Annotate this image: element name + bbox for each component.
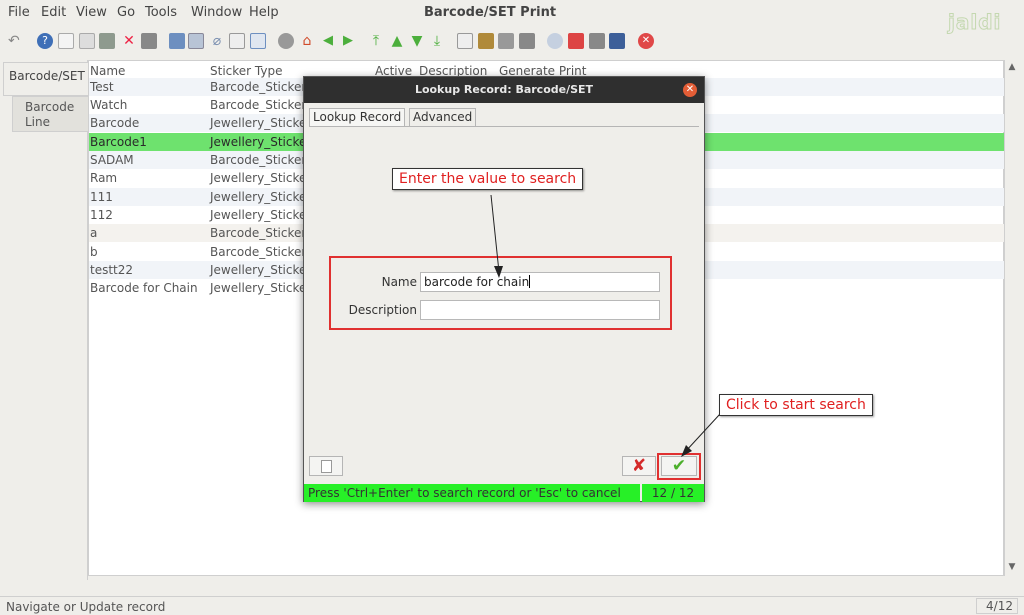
name-input-value: barcode for chain [424, 275, 530, 289]
exit-icon[interactable]: ✕ [638, 33, 654, 49]
tab-barcode-line[interactable]: Barcode Line [12, 96, 88, 132]
refresh-icon[interactable] [169, 33, 185, 49]
undo-icon[interactable]: ↶ [8, 33, 24, 49]
reset-button[interactable] [309, 456, 343, 476]
cancel-button[interactable]: ✘ [622, 456, 656, 476]
lookup-dialog: Lookup Record: Barcode/SET ✕ Lookup Reco… [303, 76, 705, 502]
cell-name: testt22 [90, 263, 134, 277]
tab-divider [309, 126, 699, 127]
help-icon[interactable]: ? [37, 33, 53, 49]
cell-name: Barcode1 [90, 135, 147, 149]
dialog-title: Lookup Record: Barcode/SET [304, 77, 704, 103]
cell-name: SADAM [90, 153, 134, 167]
cell-sticker-type: Barcode_Sticker [210, 245, 307, 259]
cell-sticker-type: Barcode_Sticker [210, 80, 307, 94]
status-bar: Navigate or Update record 4/12 [0, 596, 1024, 615]
scroll-up-icon[interactable]: ▲ [1007, 62, 1017, 72]
tab-lookup-record[interactable]: Lookup Record [309, 108, 406, 126]
zoom-icon[interactable] [547, 33, 563, 49]
cell-name: Barcode for Chain [90, 281, 198, 295]
next-record-icon[interactable]: ▼ [409, 33, 425, 49]
dialog-close-icon[interactable]: ✕ [683, 83, 697, 97]
last-record-icon[interactable]: ⤓ [429, 33, 445, 49]
dialog-status-text: Press 'Ctrl+Enter' to search record or '… [304, 484, 640, 502]
vertical-scrollbar[interactable]: ▲ ▼ [1004, 60, 1018, 576]
cell-sticker-type: Jewellery_Sticker [210, 171, 312, 185]
cell-sticker-type: Jewellery_Sticker [210, 190, 312, 204]
report-icon[interactable] [457, 33, 473, 49]
product-info-icon[interactable] [589, 33, 605, 49]
archive-icon[interactable] [478, 33, 494, 49]
document-icon [321, 460, 332, 473]
save-icon[interactable] [141, 33, 157, 49]
column-header-sticker-type[interactable]: Sticker Type [210, 64, 282, 78]
cell-name: Ram [90, 171, 118, 185]
description-input[interactable] [420, 300, 660, 320]
detail-record-icon[interactable]: ▶ [340, 33, 356, 49]
app-logo: jaldi [948, 10, 1002, 35]
left-tab-panel: Barcode/SET Barcode Line [0, 60, 88, 580]
text-caret [529, 275, 531, 288]
tab-barcode-line-label-2: Line [25, 115, 51, 129]
ok-search-button[interactable]: ✔ [661, 456, 697, 476]
cell-sticker-type: Jewellery_Sticker [210, 263, 312, 277]
chat-icon[interactable] [229, 33, 245, 49]
description-label: Description [348, 303, 417, 317]
tab-advanced[interactable]: Advanced [409, 108, 477, 126]
print-preview-icon[interactable] [498, 33, 514, 49]
tab-barcode-line-label-1: Barcode [25, 100, 75, 114]
cell-name: 112 [90, 208, 113, 222]
find-icon[interactable] [188, 33, 204, 49]
cell-sticker-type: Jewellery_Sticker [210, 116, 312, 130]
request-icon[interactable] [609, 33, 625, 49]
cell-name: b [90, 245, 98, 259]
name-input[interactable]: barcode for chain [420, 272, 660, 292]
cell-sticker-type: Barcode_Sticker [210, 98, 307, 112]
record-count: 4/12 [976, 598, 1018, 614]
status-text: Navigate or Update record [6, 600, 166, 614]
toolbar: ↶ ? ✕ ⌀ ⌂ ◀ ▶ ⤒ ▲ ▼ ⤓ ✕ [0, 30, 680, 54]
scroll-down-icon[interactable]: ▼ [1007, 562, 1017, 572]
cell-sticker-type: Jewellery_Sticker [210, 208, 312, 222]
cell-name: a [90, 226, 98, 240]
delete-selection-icon[interactable]: ✕ [121, 33, 137, 49]
callout-enter-value: Enter the value to search [392, 168, 584, 190]
cell-name: Test [90, 80, 114, 94]
tab-barcode-set[interactable]: Barcode/SET [3, 62, 88, 96]
grid-toggle-icon[interactable] [250, 33, 266, 49]
callout-start-search: Click to start search [719, 394, 873, 416]
cancel-icon: ✘ [631, 456, 647, 476]
home-icon[interactable]: ⌂ [299, 33, 315, 49]
workflow-icon[interactable] [568, 33, 584, 49]
cell-sticker-type: Jewellery_Sticker [210, 135, 312, 149]
cell-sticker-type: Jewellery_Sticker [210, 281, 312, 295]
cell-sticker-type: Barcode_Sticker [210, 226, 307, 240]
cell-sticker-type: Barcode_Sticker [210, 153, 307, 167]
new-record-icon[interactable] [58, 33, 74, 49]
dialog-record-count: 12 / 12 [642, 484, 704, 502]
cell-name: Barcode [90, 116, 140, 130]
first-record-icon[interactable]: ⤒ [368, 33, 384, 49]
name-label: Name [381, 275, 417, 289]
copy-record-icon[interactable] [79, 33, 95, 49]
cell-name: 111 [90, 190, 113, 204]
checkmark-icon: ✔ [671, 456, 687, 476]
app-title: Barcode/SET Print [423, 5, 557, 20]
column-header-name[interactable]: Name [90, 64, 125, 78]
attachment-icon[interactable]: ⌀ [209, 33, 225, 49]
previous-record-icon[interactable]: ▲ [389, 33, 405, 49]
parent-record-icon[interactable]: ◀ [320, 33, 336, 49]
history-icon[interactable] [278, 33, 294, 49]
menu-bar: File Edit View Go Tools Window Help Barc… [0, 0, 1024, 26]
cell-name: Watch [90, 98, 128, 112]
delete-icon[interactable] [99, 33, 115, 49]
print-icon[interactable] [519, 33, 535, 49]
